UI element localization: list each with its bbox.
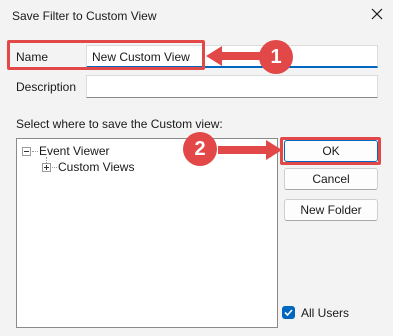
tree-expand-icon[interactable] <box>42 163 51 172</box>
arrow-right-icon <box>218 140 282 160</box>
tree-item-event-viewer[interactable]: Event Viewer <box>39 144 109 158</box>
checkmark-icon <box>284 309 293 317</box>
arrow-left-icon <box>206 46 262 66</box>
new-folder-button[interactable]: New Folder <box>284 199 378 221</box>
ok-highlight-box <box>280 137 381 165</box>
annotation-badge-2: 2 <box>183 132 217 166</box>
title-bar: Save Filter to Custom View <box>0 0 393 32</box>
all-users-checkbox[interactable] <box>282 306 295 319</box>
tree-connector <box>32 151 38 152</box>
close-icon[interactable] <box>370 7 384 21</box>
annotation-badge-1: 1 <box>259 40 293 74</box>
cancel-button[interactable]: Cancel <box>284 168 378 190</box>
location-label: Select where to save the Custom view: <box>16 117 223 131</box>
name-highlight-box <box>7 40 205 70</box>
window-title: Save Filter to Custom View <box>12 9 157 23</box>
tree-item-custom-views[interactable]: Custom Views <box>58 160 134 174</box>
all-users-label: All Users <box>301 306 350 320</box>
description-field[interactable] <box>86 75 378 98</box>
folder-tree[interactable]: Event Viewer Custom Views <box>16 138 278 328</box>
tree-connector <box>52 167 57 168</box>
tree-collapse-icon[interactable] <box>22 147 31 156</box>
description-label: Description <box>16 80 77 94</box>
